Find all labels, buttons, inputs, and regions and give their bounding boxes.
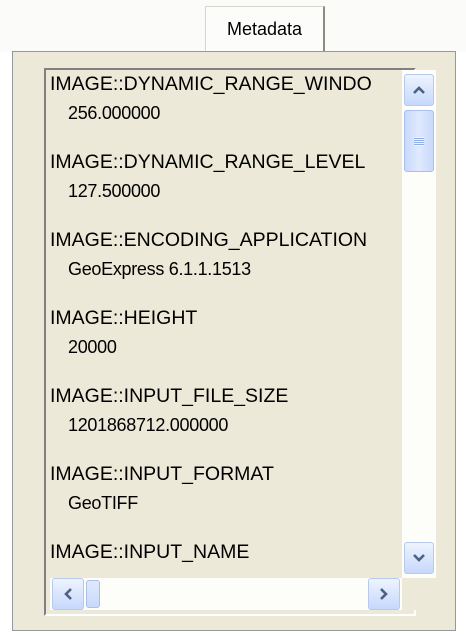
scroll-left-button[interactable] [52, 578, 84, 610]
metadata-key: IMAGE::ENCODING_APPLICATION [50, 229, 368, 251]
scroll-up-button[interactable] [404, 74, 434, 106]
vertical-scrollbar[interactable] [402, 70, 436, 578]
list-item[interactable]: IMAGE::HEIGHT 20000 [50, 306, 402, 359]
chevron-up-icon [412, 85, 426, 95]
scroll-thumb[interactable] [404, 110, 434, 172]
scrollbar-corner [402, 578, 436, 610]
horizontal-scrollbar[interactable] [50, 578, 402, 610]
metadata-key: IMAGE::HEIGHT [50, 307, 198, 329]
list-item[interactable]: IMAGE::INPUT_FILE_SIZE 1201868712.000000 [50, 384, 402, 437]
scroll-right-button[interactable] [368, 578, 400, 610]
list-item[interactable]: IMAGE::INPUT_NAME [50, 540, 402, 564]
list-item[interactable]: IMAGE::DYNAMIC_RANGE_LEVEL 127.500000 [50, 150, 402, 203]
metadata-value: 256.000000 [68, 103, 161, 123]
tab-metadata[interactable]: Metadata [205, 6, 325, 52]
metadata-key: IMAGE::INPUT_FORMAT [50, 463, 274, 485]
list-item[interactable]: IMAGE::DYNAMIC_RANGE_WINDO 256.000000 [50, 72, 402, 125]
metadata-value: 127.500000 [68, 181, 161, 201]
chevron-right-icon [379, 587, 389, 601]
metadata-value: GeoExpress 6.1.1.1513 [68, 259, 251, 279]
list-item[interactable]: IMAGE::ENCODING_APPLICATION GeoExpress 6… [50, 228, 402, 281]
metadata-value: 1201868712.000000 [68, 415, 229, 435]
scroll-down-button[interactable] [404, 542, 434, 574]
metadata-value: GeoTIFF [68, 493, 138, 513]
horizontal-scroll-thumb[interactable] [86, 580, 100, 608]
grip-icon [414, 136, 424, 146]
list-item[interactable]: IMAGE::INPUT_FORMAT GeoTIFF [50, 462, 402, 515]
metadata-list[interactable]: IMAGE::DYNAMIC_RANGE_WINDO 256.000000 IM… [50, 70, 402, 578]
chevron-down-icon [412, 553, 426, 563]
metadata-key: IMAGE::DYNAMIC_RANGE_WINDO [50, 73, 372, 95]
metadata-key: IMAGE::DYNAMIC_RANGE_LEVEL [50, 151, 366, 173]
tab-label: Metadata [226, 19, 303, 39]
metadata-key: IMAGE::INPUT_FILE_SIZE [50, 385, 289, 407]
chevron-left-icon [63, 587, 73, 601]
metadata-key: IMAGE::INPUT_NAME [50, 541, 250, 563]
metadata-value: 20000 [68, 337, 117, 357]
